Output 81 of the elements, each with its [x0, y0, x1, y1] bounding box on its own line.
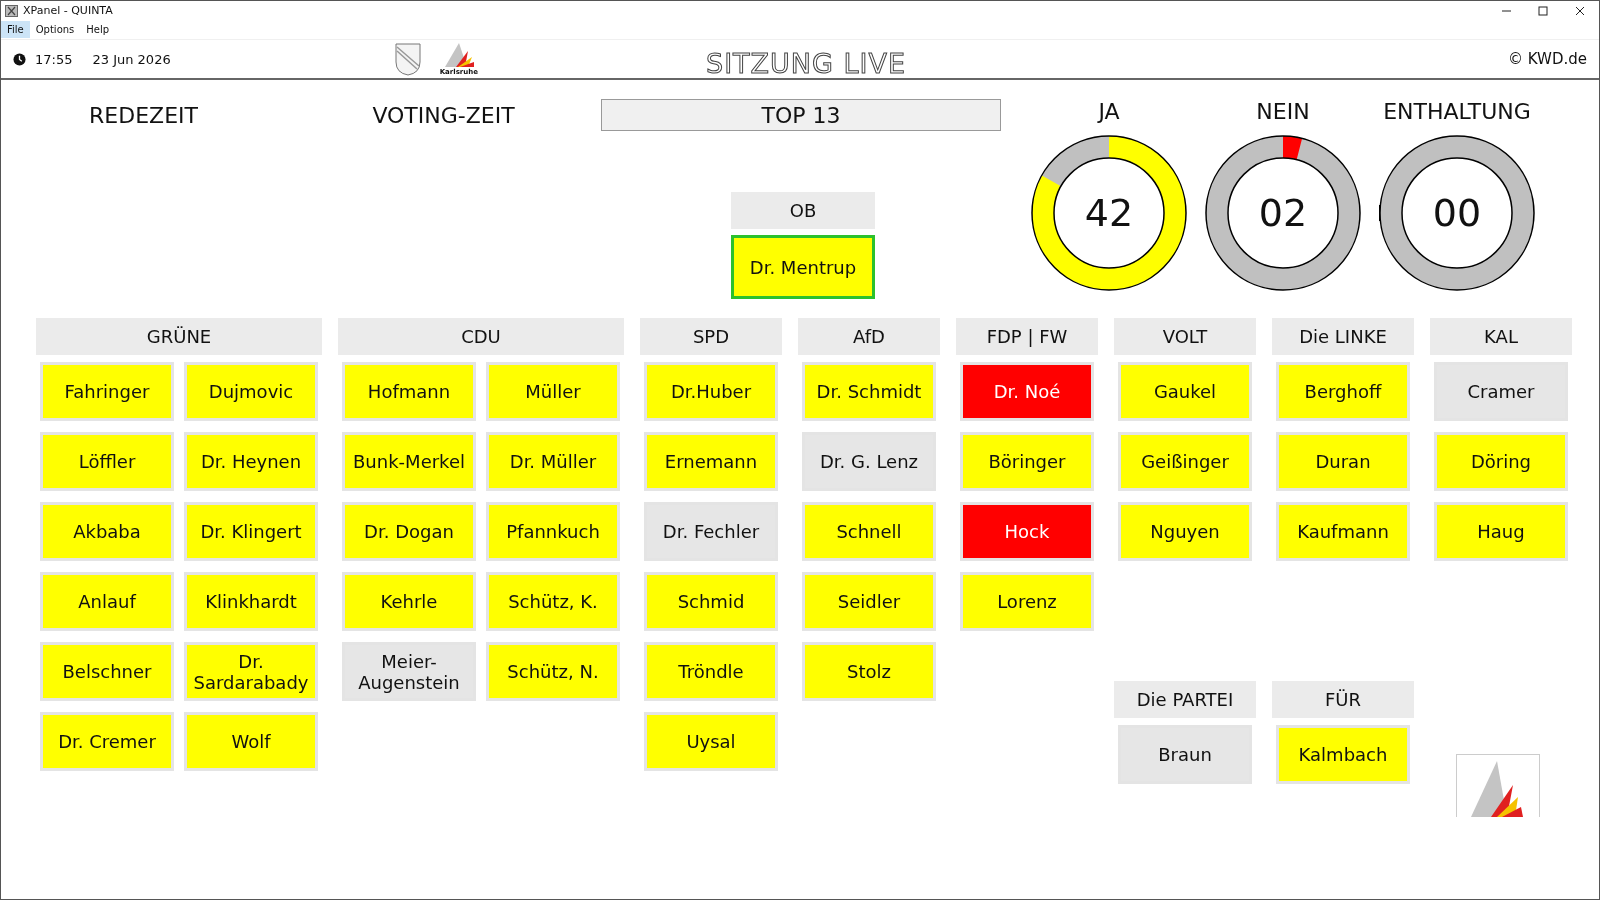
member-tile: Lorenz — [960, 572, 1094, 631]
party-header: FDP | FW — [956, 318, 1098, 355]
member-tile: Akbaba — [40, 502, 174, 561]
menu-item[interactable]: Help — [80, 21, 116, 38]
member-tile: Döring — [1434, 432, 1568, 491]
timer-label: REDEZEIT — [88, 102, 199, 128]
member-tile: Schütz, N. — [486, 642, 620, 701]
clock-time: 17:55 — [35, 51, 73, 67]
member-tile: Schütz, K. — [486, 572, 620, 631]
date-text: 23 Jun 2026 — [92, 51, 171, 67]
party-header: GRÜNE — [36, 318, 322, 355]
party-header: KAL — [1430, 318, 1572, 355]
member-tile: Nguyen — [1118, 502, 1252, 561]
party-header: FÜR — [1272, 681, 1414, 718]
member-tile: Dr.Huber — [644, 362, 778, 421]
vote-count: 42 — [1084, 191, 1134, 235]
member-tile: Ernemann — [644, 432, 778, 491]
member-tile: Gaukel — [1118, 362, 1252, 421]
member-tile: Dr. Müller — [486, 432, 620, 491]
member-tile: Löffler — [40, 432, 174, 491]
party-header: AfD — [798, 318, 940, 355]
member-tile: Dr. Klingert — [184, 502, 318, 561]
member-tile: Kaufmann — [1276, 502, 1410, 561]
member-tile: Dr. Heynen — [184, 432, 318, 491]
member-tile: Dr. Noé — [960, 362, 1094, 421]
member-tile: Anlauf — [40, 572, 174, 631]
timer-label: VOTING-ZEIT — [371, 102, 516, 128]
member-tile: Dr. Dogan — [342, 502, 476, 561]
member-tile: Berghoff — [1276, 362, 1410, 421]
menu-item[interactable]: File — [1, 21, 30, 38]
member-tile: Tröndle — [644, 642, 778, 701]
member-tile: Wolf — [184, 712, 318, 771]
member-tile: Schnell — [802, 502, 936, 561]
menu-item[interactable]: Options — [29, 21, 81, 38]
member-tile: Schmid — [644, 572, 778, 631]
member-tile: Pfannkuch — [486, 502, 620, 561]
member-tile: Dr. Cremer — [40, 712, 174, 771]
member-tile: Dr. G. Lenz — [802, 432, 936, 491]
member-tile: Hock — [960, 502, 1094, 561]
member-tile: Böringer — [960, 432, 1094, 491]
tally-label: JA — [1098, 99, 1120, 126]
member-tile: Dr. Sardarabady — [184, 642, 318, 701]
member-tile: Bunk-Merkel — [342, 432, 476, 491]
clock-icon — [13, 52, 26, 66]
member-tile: Duran — [1276, 432, 1410, 491]
member-tile: Dujmovic — [184, 362, 318, 421]
member-tile: Stolz — [802, 642, 936, 701]
member-tile: Dr. Fechler — [644, 502, 778, 561]
member-tile: Klinkhardt — [184, 572, 318, 631]
member-tile: Seidler — [802, 572, 936, 631]
member-tile: Geißinger — [1118, 432, 1252, 491]
shield-icon — [393, 42, 422, 76]
party-header: Die PARTEI — [1114, 681, 1256, 718]
vote-count: 02 — [1258, 191, 1308, 235]
member-tile: Fahringer — [40, 362, 174, 421]
group-header: OB — [731, 192, 875, 229]
member-tile: Kalmbach — [1276, 725, 1410, 784]
member-tile: Meier-Augenstein — [342, 642, 476, 701]
member-tile: Cramer — [1434, 362, 1568, 421]
member-tile: Belschner — [40, 642, 174, 701]
member-tile: Braun — [1118, 725, 1252, 784]
vote-count: 00 — [1432, 191, 1482, 235]
app-icon — [5, 4, 18, 17]
member-tile: Uysal — [644, 712, 778, 771]
page-title: SITZUNG LIVE — [706, 46, 907, 79]
agenda-item-box: TOP 13 — [601, 99, 1001, 131]
party-header: Die LINKE — [1272, 318, 1414, 355]
member-tile: Müller — [486, 362, 620, 421]
party-header: CDU — [338, 318, 624, 355]
member-tile: Dr. Mentrup — [731, 235, 875, 299]
member-tile: Kehrle — [342, 572, 476, 631]
member-tile: Haug — [1434, 502, 1568, 561]
tally-label: ENTHALTUNG — [1383, 99, 1531, 126]
member-tile: Dr. Schmidt — [802, 362, 936, 421]
tally-label: NEIN — [1256, 99, 1310, 126]
party-header: VOLT — [1114, 318, 1256, 355]
window-title: XPanel - QUINTA — [23, 4, 113, 17]
party-header: SPD — [640, 318, 782, 355]
copyright-text: © KWD.de — [1508, 50, 1587, 68]
city-logo-icon — [1456, 754, 1540, 817]
member-tile: Hofmann — [342, 362, 476, 421]
